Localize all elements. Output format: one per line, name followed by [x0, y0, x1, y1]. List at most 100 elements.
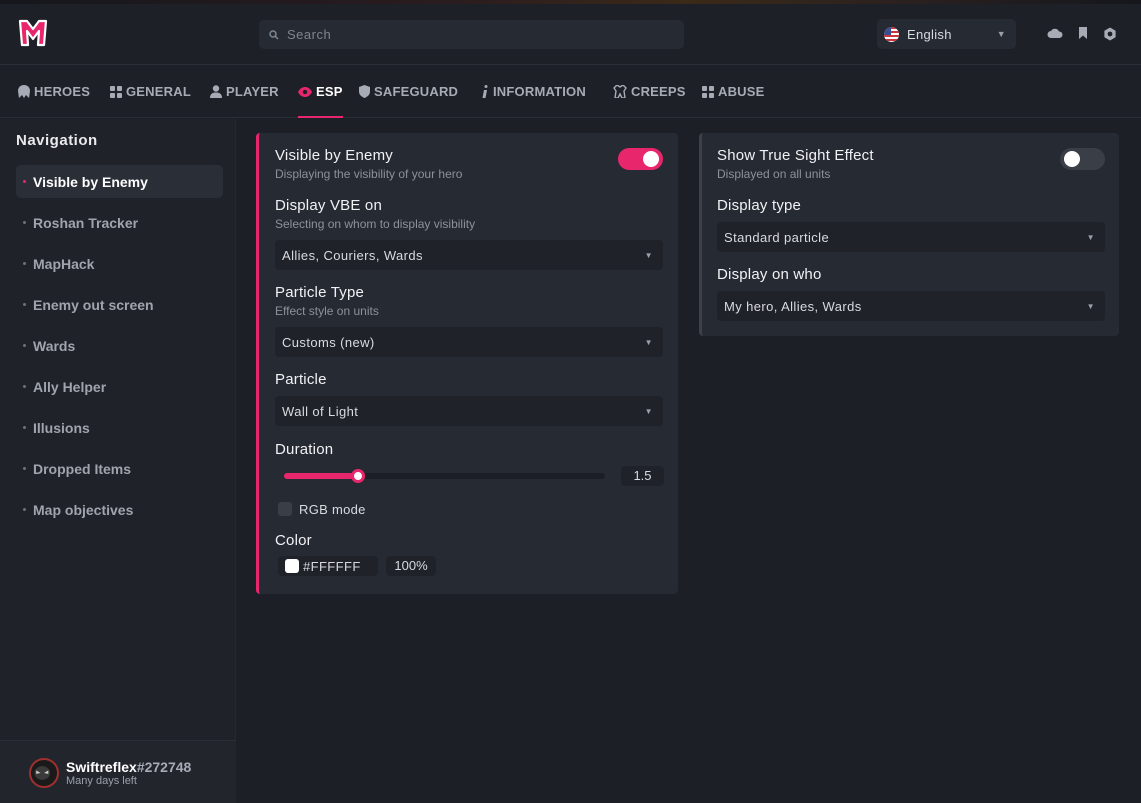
tab-esp[interactable]: ESP	[298, 66, 343, 118]
language-label: English	[907, 26, 952, 42]
chevron-down-icon: ▼	[996, 29, 1006, 39]
chevron-down-icon: ▼	[644, 407, 653, 416]
sidebar-item-illusions[interactable]: Illusions	[16, 411, 223, 444]
sidebar-title: Navigation	[16, 132, 98, 149]
display-on-who-select[interactable]: My hero, Allies, Wards ▼	[717, 291, 1105, 321]
bullet-icon	[23, 467, 26, 470]
search-input[interactable]	[287, 27, 667, 42]
tab-label: INFORMATION	[493, 84, 586, 99]
slider-thumb[interactable]	[351, 469, 365, 483]
tab-label: PLAYER	[226, 84, 279, 99]
eye-icon	[298, 86, 312, 97]
creep-icon	[613, 85, 627, 98]
display-vbe-on-select[interactable]: Allies, Couriers, Wards ▼	[275, 240, 663, 270]
logo-icon	[18, 19, 48, 47]
color-alpha[interactable]: 100%	[386, 556, 436, 576]
true-sight-settings-panel: Show True Sight Effect Displayed on all …	[699, 133, 1119, 336]
bullet-icon	[23, 303, 26, 306]
grid-icon	[702, 85, 714, 98]
tab-general[interactable]: GENERAL	[110, 66, 191, 117]
color-swatch	[285, 559, 299, 573]
tab-creeps[interactable]: CREEPS	[613, 66, 686, 117]
color-label: Color	[275, 532, 312, 549]
bullet-icon	[23, 426, 26, 429]
select-value: Customs (new)	[282, 334, 375, 350]
settings-icon[interactable]	[1103, 27, 1117, 41]
bullet-icon	[23, 180, 26, 183]
display-on-who-label: Display on who	[717, 266, 822, 283]
username-tag: #272748	[136, 759, 192, 775]
cloud-icon[interactable]	[1047, 27, 1063, 39]
sidebar-item-ally-helper[interactable]: Ally Helper	[16, 370, 223, 403]
color-picker[interactable]: #FFFFFF	[278, 556, 378, 576]
sidebar-item-label: Map objectives	[33, 501, 134, 518]
sidebar-item-label: Wards	[33, 337, 76, 354]
tab-label: GENERAL	[126, 84, 191, 99]
bullet-icon	[23, 508, 26, 511]
tab-label: ABUSE	[718, 84, 765, 99]
particle-type-label: Particle Type	[275, 284, 365, 301]
shield-icon	[359, 85, 370, 98]
rgb-mode-label: RGB mode	[299, 502, 366, 517]
display-type-select[interactable]: Standard particle ▼	[717, 222, 1105, 252]
true-sight-label: Show True Sight Effect	[717, 147, 874, 164]
particle-select[interactable]: Wall of Light ▼	[275, 396, 663, 426]
toggle-knob	[643, 151, 659, 167]
chevron-down-icon: ▼	[1086, 233, 1095, 242]
display-type-label: Display type	[717, 197, 802, 214]
chevron-down-icon: ▼	[1086, 302, 1095, 311]
language-select[interactable]: English ▼	[877, 19, 1016, 49]
bookmark-icon[interactable]	[1077, 27, 1089, 39]
sidebar-item-label: Visible by Enemy	[33, 173, 148, 190]
tab-heroes[interactable]: HEROES	[18, 66, 90, 117]
color-hex: #FFFFFF	[303, 558, 361, 574]
us-flag-icon	[884, 26, 899, 42]
bullet-icon	[23, 344, 26, 347]
bullet-icon	[23, 385, 26, 388]
sidebar-item-label: Illusions	[33, 419, 90, 436]
duration-value[interactable]: 1.5	[621, 466, 664, 486]
top-bar: English ▼	[0, 0, 1141, 65]
sidebar: Navigation Visible by Enemy Roshan Track…	[0, 119, 236, 803]
bullet-icon	[23, 221, 26, 224]
sidebar-item-maphack[interactable]: MapHack	[16, 247, 223, 280]
slider-fill	[284, 473, 358, 479]
sidebar-item-wards[interactable]: Wards	[16, 329, 223, 362]
user-card[interactable]: Swiftreflex#272748 Many days left	[0, 740, 236, 803]
sidebar-item-label: Roshan Tracker	[33, 214, 139, 231]
sidebar-item-dropped-items[interactable]: Dropped Items	[16, 452, 223, 485]
rgb-mode-checkbox[interactable]	[278, 502, 292, 516]
duration-slider[interactable]	[284, 469, 605, 483]
tab-abuse[interactable]: ABUSE	[702, 66, 765, 117]
select-value: Standard particle	[724, 229, 830, 245]
tab-player[interactable]: PLAYER	[210, 66, 279, 117]
username: Swiftreflex#272748	[66, 759, 191, 775]
vbe-description: Displaying the visibility of your hero	[275, 167, 463, 181]
select-value: Wall of Light	[282, 403, 359, 419]
grid-icon	[110, 85, 122, 98]
username-name: Swiftreflex	[66, 759, 137, 775]
sidebar-item-label: Enemy out screen	[33, 296, 154, 313]
search-bar[interactable]	[259, 20, 684, 49]
tab-safeguard[interactable]: SAFEGUARD	[359, 66, 458, 117]
tab-information[interactable]: INFORMATION	[481, 66, 586, 117]
particle-type-select[interactable]: Customs (new) ▼	[275, 327, 663, 357]
display-vbe-on-label: Display VBE on	[275, 197, 383, 214]
duration-label: Duration	[275, 441, 334, 458]
vbe-settings-panel: Visible by Enemy Displaying the visibili…	[256, 133, 678, 594]
true-sight-toggle[interactable]	[1060, 148, 1105, 170]
sidebar-item-label: Dropped Items	[33, 460, 132, 477]
sidebar-item-enemy-out-screen[interactable]: Enemy out screen	[16, 288, 223, 321]
toggle-knob	[1064, 151, 1080, 167]
chevron-down-icon: ▼	[644, 338, 653, 347]
subscription-status: Many days left	[66, 775, 137, 787]
info-icon	[482, 85, 488, 98]
display-vbe-on-description: Selecting on whom to display visibility	[275, 217, 476, 231]
select-value: My hero, Allies, Wards	[724, 298, 862, 314]
sidebar-item-visible-by-enemy[interactable]: Visible by Enemy	[16, 165, 223, 198]
sidebar-item-roshan-tracker[interactable]: Roshan Tracker	[16, 206, 223, 239]
vbe-toggle[interactable]	[618, 148, 663, 170]
sidebar-item-map-objectives[interactable]: Map objectives	[16, 493, 223, 526]
bullet-icon	[23, 262, 26, 265]
tab-label: SAFEGUARD	[374, 84, 459, 99]
